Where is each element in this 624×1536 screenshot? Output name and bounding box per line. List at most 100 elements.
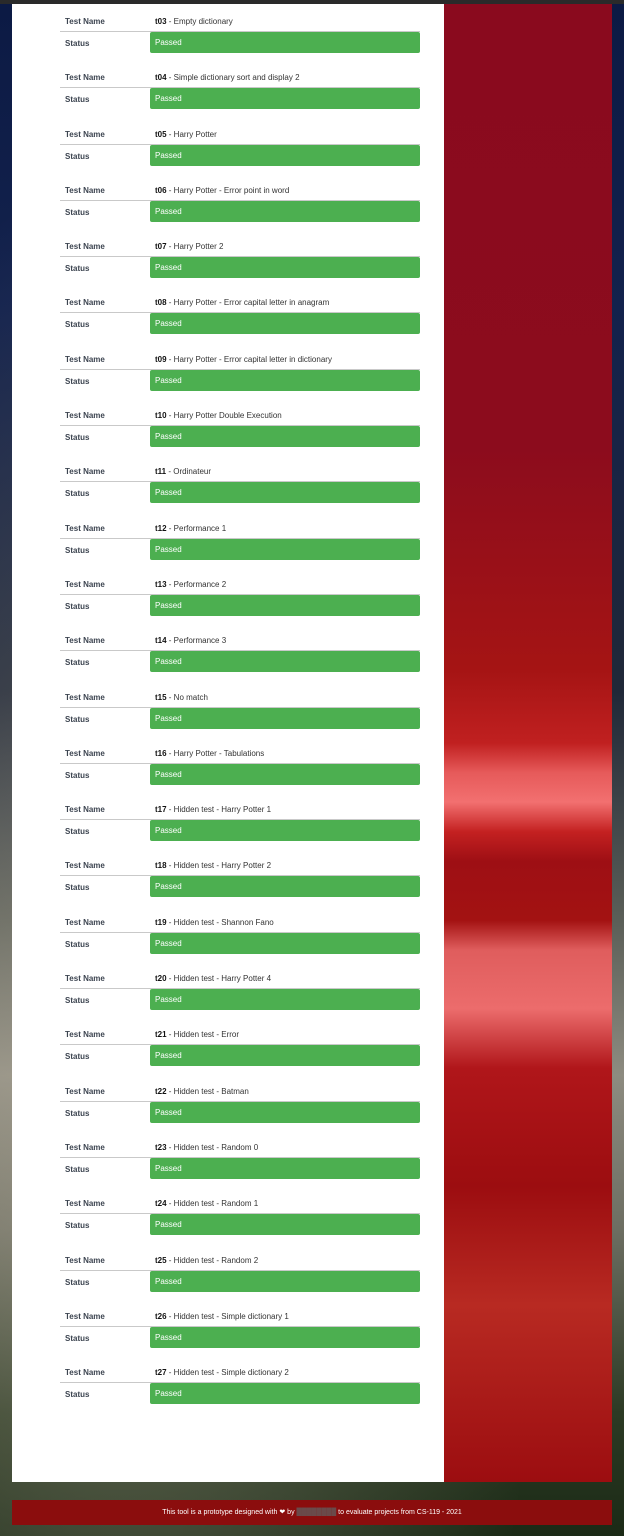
test-status-row: Status Passed: [60, 932, 420, 957]
test-name-label: Test Name: [65, 1142, 105, 1152]
test-separator: -: [166, 579, 174, 589]
test-status-row: Status Passed: [60, 1045, 420, 1069]
test-separator: -: [166, 1142, 174, 1152]
footer-suffix: to evaluate projects from CS-119 - 2021: [338, 1509, 462, 1516]
status-badge: Passed: [150, 1101, 420, 1123]
test-name-value: t17 - Hidden test - Harry Potter 1: [155, 805, 271, 814]
test-name-value: t23 - Hidden test - Random 0: [155, 1143, 258, 1152]
test-separator: -: [166, 692, 174, 702]
test-name-label: Test Name: [65, 805, 105, 815]
test-result: Test Name t18 - Hidden test - Harry Potte…: [60, 854, 422, 910]
test-name-label: Test Name: [65, 974, 105, 984]
test-name-value: t04 - Simple dictionary sort and display…: [155, 73, 300, 82]
side-decoration: [444, 4, 612, 1482]
test-result: Test Name t15 - No match Status Passed: [60, 686, 422, 742]
test-result: Test Name t19 - Hidden test - Shannon Fan…: [60, 911, 422, 967]
test-id: t14: [155, 636, 167, 646]
test-name-value: t03 - Empty dictionary: [155, 17, 233, 26]
test-name-label: Test Name: [65, 411, 105, 421]
test-id: t11: [155, 467, 167, 477]
test-id: t17: [155, 805, 167, 815]
status-label: Status: [65, 545, 90, 555]
test-status-row: Status Passed: [60, 88, 420, 112]
test-name-value: t16 - Harry Potter - Tabulations: [155, 749, 264, 758]
test-name-label: Test Name: [65, 579, 105, 589]
status-badge: Passed: [150, 707, 420, 729]
test-separator: -: [166, 73, 174, 83]
status-label: Status: [65, 996, 90, 1006]
test-title: No match: [173, 692, 208, 702]
test-title: Hidden test - Random 2: [173, 1255, 259, 1265]
test-title: Harry Potter 2: [173, 242, 224, 252]
status-badge: Passed: [150, 1214, 420, 1236]
test-result: Test Name t14 - Performance 3 Status Passed: [60, 629, 422, 685]
test-status-row: Status Passed: [60, 820, 420, 844]
test-name-value: t06 - Harry Potter - Error point in word: [155, 186, 289, 195]
test-title: Performance 1: [173, 523, 227, 533]
test-separator: -: [166, 129, 174, 139]
status-label: Status: [65, 1390, 90, 1400]
author-link[interactable]: ████████: [297, 1509, 337, 1516]
test-separator: -: [166, 523, 174, 533]
test-name-label: Test Name: [65, 354, 105, 364]
test-result: Test Name t17 - Hidden test - Harry Potte…: [60, 798, 422, 854]
test-name-value: t25 - Hidden test - Random 2: [155, 1256, 258, 1265]
test-id: t24: [155, 1199, 167, 1209]
test-name-value: t24 - Hidden test - Random 1: [155, 1199, 258, 1208]
status-badge: Passed: [150, 200, 420, 222]
test-id: t15: [155, 692, 167, 702]
test-separator: -: [166, 185, 174, 195]
test-name-value: t09 - Harry Potter - Error capital lette…: [155, 355, 332, 364]
status-label: Status: [65, 770, 90, 780]
footer: This tool is a prototype designed with ❤…: [12, 1500, 612, 1525]
test-result: Test Name t21 - Hidden test - Error Status…: [60, 1023, 422, 1079]
test-id: t22: [155, 1086, 167, 1096]
test-results-list: Test Name t03 - Empty dictionary Status Pas…: [60, 10, 422, 1417]
test-name-label: Test Name: [65, 1199, 105, 1209]
test-name-value: t21 - Hidden test - Error: [155, 1030, 239, 1039]
test-result: Test Name t09 - Harry Potter - Error capi…: [60, 348, 422, 404]
test-result: Test Name t22 - Hidden test - Batman Statu…: [60, 1080, 422, 1136]
test-name-row: Test Name t11 - Ordinateur: [60, 460, 420, 483]
test-separator: -: [166, 1311, 174, 1321]
status-badge: Passed: [150, 1326, 420, 1348]
status-badge: Passed: [150, 257, 420, 279]
status-badge: Passed: [150, 482, 420, 504]
test-name-row: Test Name t14 - Performance 3: [60, 629, 420, 652]
test-result: Test Name t25 - Hidden test - Random 2 Sta…: [60, 1249, 422, 1305]
test-name-label: Test Name: [65, 1368, 105, 1378]
test-name-value: t13 - Performance 2: [155, 580, 226, 589]
test-name-value: t08 - Harry Potter - Error capital lette…: [155, 298, 329, 307]
test-name-value: t26 - Hidden test - Simple dictionary 1: [155, 1312, 289, 1321]
test-title: Hidden test - Simple dictionary 1: [173, 1311, 289, 1321]
test-separator: -: [166, 298, 174, 308]
test-name-row: Test Name t08 - Harry Potter - Error capi…: [60, 291, 420, 314]
status-label: Status: [65, 320, 90, 330]
test-name-value: t22 - Hidden test - Batman: [155, 1087, 249, 1096]
test-result: Test Name t27 - Hidden test - Simple dict…: [60, 1361, 422, 1417]
test-id: t26: [155, 1311, 167, 1321]
test-name-row: Test Name t26 - Hidden test - Simple dict…: [60, 1305, 420, 1327]
test-status-row: Status Passed: [60, 538, 420, 563]
test-result: Test Name t06 - Harry Potter - Error poin…: [60, 179, 422, 235]
test-id: t08: [155, 298, 167, 308]
test-name-row: Test Name t19 - Hidden test - Shannon Fan…: [60, 911, 420, 933]
test-separator: -: [166, 805, 174, 815]
test-status-row: Status Passed: [60, 989, 420, 1013]
status-badge: Passed: [150, 369, 420, 391]
heart-icon: ❤: [279, 1509, 286, 1516]
test-name-row: Test Name t23 - Hidden test - Random 0: [60, 1136, 420, 1158]
test-result: Test Name t13 - Performance 2 Status Passed: [60, 573, 422, 629]
test-result: Test Name t10 - Harry Potter Double Execu…: [60, 404, 422, 460]
test-name-row: Test Name t15 - No match: [60, 686, 420, 708]
test-name-label: Test Name: [65, 692, 105, 702]
test-id: t21: [155, 1030, 167, 1040]
test-separator: -: [166, 1030, 174, 1040]
status-label: Status: [65, 601, 90, 611]
status-badge: Passed: [150, 1157, 420, 1179]
test-separator: -: [166, 917, 174, 927]
test-result: Test Name t16 - Harry Potter - Tabulation…: [60, 742, 422, 798]
test-separator: -: [166, 1086, 174, 1096]
status-label: Status: [65, 376, 90, 386]
status-badge: Passed: [150, 313, 420, 335]
